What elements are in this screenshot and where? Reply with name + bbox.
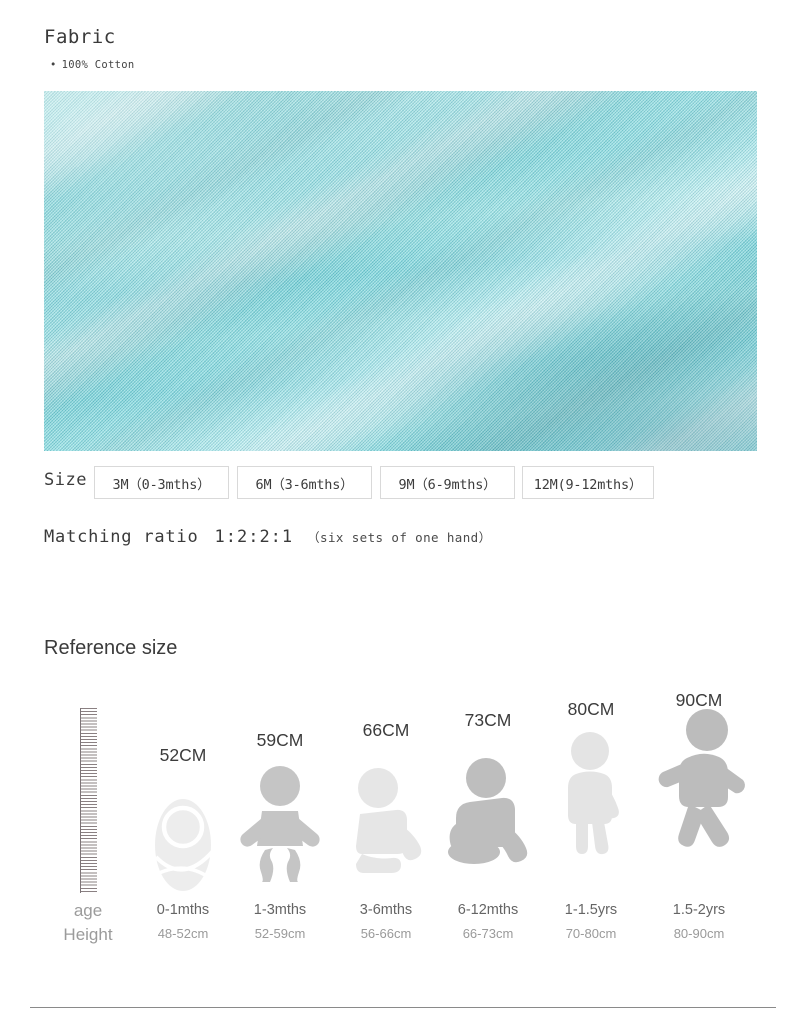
column-age-label: 6-12mths: [457, 902, 519, 918]
column-height-label: 56-66cm: [360, 926, 412, 941]
column-height-label: 66-73cm: [462, 926, 514, 941]
matching-ratio-line: Matching ratio 1:2:2:1 （six sets of one ha…: [44, 527, 491, 547]
column-cm-label: 66CM: [362, 720, 410, 740]
section-divider: [30, 1007, 776, 1008]
column-cm-label: 73CM: [464, 710, 512, 730]
column-age-label: 0-1mths: [156, 902, 210, 918]
sitting-baby-icon: [332, 748, 440, 878]
size-option-12m[interactable]: 12M(9-12mths）: [522, 466, 654, 499]
matching-ratio-note: （six sets of one hand）: [307, 530, 492, 545]
column-height-label: 48-52cm: [157, 926, 209, 941]
matching-ratio-label: Matching ratio: [44, 527, 199, 547]
fabric-photo: [44, 91, 757, 451]
column-cm-label: 52CM: [159, 745, 207, 765]
axis-age-caption: age: [73, 901, 103, 920]
size-option-6m[interactable]: 6M（3-6mths）: [237, 466, 372, 499]
size-label: Size: [44, 470, 87, 490]
reference-size-title: Reference size: [44, 637, 178, 659]
matching-ratio-value: 1:2:2:1: [214, 527, 294, 547]
standing-child-icon: [537, 728, 645, 858]
column-cm-label: 80CM: [567, 699, 615, 719]
bullet-dot-icon: •: [50, 59, 57, 71]
column-age-label: 3-6mths: [359, 902, 413, 918]
swaddled-baby-icon: [129, 765, 237, 895]
column-height-label: 80-90cm: [673, 926, 725, 941]
walking-child-icon: [645, 709, 753, 848]
size-option-9m[interactable]: 9M（6-9mths）: [380, 466, 515, 499]
column-cm-label: 59CM: [256, 730, 304, 750]
size-option-3m[interactable]: 3M（0-3mths）: [94, 466, 229, 499]
column-age-label: 1-1.5yrs: [564, 902, 618, 918]
lying-baby-icon: [226, 752, 334, 882]
column-height-label: 52-59cm: [254, 926, 306, 941]
crawling-baby-icon: [434, 740, 542, 870]
column-age-label: 1-3mths: [253, 902, 307, 918]
fabric-section-title: Fabric: [44, 26, 116, 48]
column-height-label: 70-80cm: [565, 926, 617, 941]
fabric-composition-text: 100% Cotton: [61, 59, 135, 71]
axis-height-caption: Height: [63, 925, 113, 944]
column-age-label: 1.5-2yrs: [672, 902, 726, 918]
reference-size-chart: age Height 52CM 0-1mths 48-52cm 59CM 1-3…: [0, 690, 800, 960]
height-ruler-icon: [80, 708, 97, 893]
fabric-corner-shadow: [44, 91, 757, 451]
fabric-composition-item: • 100% Cotton: [50, 59, 134, 71]
